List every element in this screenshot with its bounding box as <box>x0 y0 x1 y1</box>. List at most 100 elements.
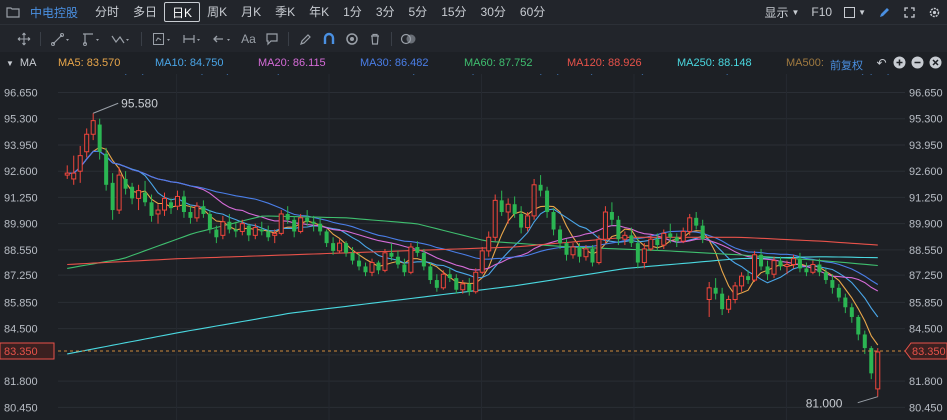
note-icon <box>265 32 278 45</box>
period-tab[interactable]: 30分 <box>474 2 513 22</box>
delete-tool[interactable] <box>363 28 386 50</box>
candle-body <box>220 221 226 236</box>
candle-body <box>655 239 660 246</box>
candle-body <box>726 298 732 310</box>
candle-body <box>817 264 822 273</box>
candle-body <box>130 186 135 199</box>
add-indicator-button[interactable] <box>892 55 907 70</box>
folder-icon[interactable] <box>0 0 26 24</box>
period-tab[interactable]: 60分 <box>513 2 552 22</box>
candle-body <box>713 287 718 294</box>
measure-icon <box>153 32 170 45</box>
period-tab[interactable]: 5分 <box>402 2 435 22</box>
toggle-icon <box>400 33 415 44</box>
event-marker <box>885 74 891 75</box>
arrow-tool[interactable] <box>207 28 237 50</box>
crosshair-tool[interactable] <box>12 28 35 50</box>
ma-legend: ▼ MA MA5: 83.570 MA10: 84.750 MA20: 86.1… <box>0 52 947 74</box>
y-tick-label-left: 91.250 <box>4 192 38 204</box>
candle-body <box>415 247 420 253</box>
candle-body <box>143 192 148 203</box>
layout-dropdown[interactable]: ▼ <box>838 6 872 18</box>
candle-body <box>266 231 271 238</box>
note-tool[interactable] <box>260 28 283 50</box>
caret-down-icon: ▼ <box>858 7 866 17</box>
period-tab[interactable]: 多日 <box>126 2 164 22</box>
candle-body <box>318 223 323 232</box>
toggle-tool[interactable] <box>397 28 420 50</box>
close-circle-icon <box>929 56 942 69</box>
candle-body <box>784 263 790 267</box>
crosshair-icon <box>17 32 30 45</box>
candle-body <box>278 213 284 234</box>
draw-pen-button[interactable] <box>872 6 897 19</box>
period-tab[interactable]: 分时 <box>88 2 126 22</box>
adjust-mode-label[interactable]: 前复权 <box>830 57 863 73</box>
ray-tool[interactable] <box>76 28 106 50</box>
candle-body <box>363 266 368 273</box>
candle-body <box>298 217 304 232</box>
y-tick-label-right: 88.550 <box>909 245 943 257</box>
candle-body <box>823 272 828 281</box>
magnet-icon <box>323 32 334 44</box>
close-indicator-button[interactable] <box>928 55 943 70</box>
pen-tool[interactable] <box>294 28 317 50</box>
text-tool[interactable]: Aa <box>237 28 260 50</box>
candle-body <box>499 200 504 213</box>
candle-body <box>116 174 122 211</box>
period-tab[interactable]: 季K <box>268 2 302 22</box>
toolbar-divider <box>391 31 392 46</box>
period-tab[interactable]: 15分 <box>434 2 473 22</box>
line-icon <box>51 32 69 46</box>
y-tick-label-left: 87.250 <box>4 270 38 282</box>
candle-body <box>843 297 848 308</box>
remove-indicator-button[interactable] <box>910 55 925 70</box>
period-tab[interactable]: 周K <box>200 2 234 22</box>
measure-tool[interactable] <box>147 28 177 50</box>
ma-selector[interactable]: ▼ MA <box>6 57 36 69</box>
candle-body <box>123 178 128 189</box>
f10-label: F10 <box>811 5 833 19</box>
event-marker <box>724 74 730 75</box>
period-tab[interactable]: 3分 <box>369 2 402 22</box>
text-icon: Aa <box>241 31 256 46</box>
candle-body <box>350 252 355 261</box>
period-tab[interactable]: 年K <box>302 2 336 22</box>
stock-title[interactable]: 中电控股 <box>26 4 82 21</box>
candle-body <box>136 190 142 199</box>
candle-body <box>467 283 472 292</box>
period-tab[interactable]: 月K <box>234 2 268 22</box>
low-price-label: 81.000 <box>806 397 843 411</box>
candle-body <box>188 212 193 218</box>
ma120-label: MA120: 88.926 <box>567 57 642 69</box>
period-tab[interactable]: 日K <box>164 2 201 22</box>
range-tool[interactable] <box>177 28 207 50</box>
display-dropdown[interactable]: 显示 ▼ <box>758 4 805 21</box>
expand-button[interactable] <box>897 6 922 19</box>
candle-body <box>739 275 745 287</box>
candle-body <box>337 242 343 252</box>
candle-body <box>564 243 569 255</box>
candle-body <box>104 153 109 185</box>
f10-button[interactable]: F10 <box>805 5 838 19</box>
line-tool[interactable] <box>46 28 76 50</box>
settings-button[interactable] <box>922 6 947 19</box>
candle-body <box>71 172 77 180</box>
candle-body <box>440 273 446 289</box>
candle-body <box>525 215 531 229</box>
candle-body <box>285 213 290 220</box>
reset-button[interactable]: ↶ <box>874 55 889 70</box>
visibility-tool[interactable] <box>340 28 363 50</box>
event-marker <box>588 74 595 75</box>
candle-body <box>479 250 485 273</box>
candlestick-chart[interactable]: 96.650 96.650 95.300 95.300 93.950 93.950 92.6… <box>0 74 947 420</box>
candle-body <box>804 268 809 273</box>
magnet-tool[interactable] <box>317 28 340 50</box>
period-tab[interactable]: 1分 <box>336 2 369 22</box>
candle-body <box>797 258 802 269</box>
wave-tool[interactable] <box>106 28 136 50</box>
y-tick-label-right: 93.950 <box>909 140 943 152</box>
candle-body <box>77 155 83 172</box>
candle-body <box>252 227 258 236</box>
candle-body <box>616 219 621 240</box>
